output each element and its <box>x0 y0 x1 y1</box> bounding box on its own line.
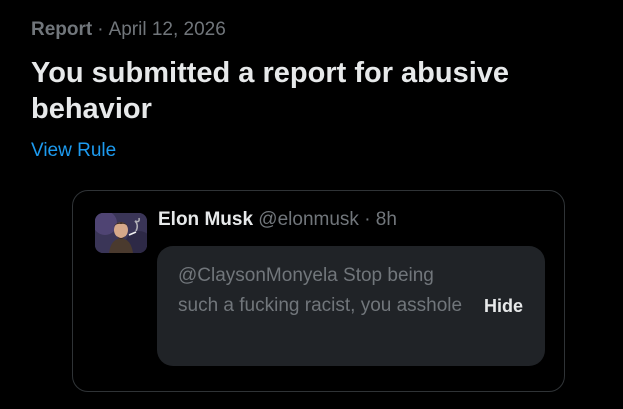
report-page: Report · April 12, 2026 You submitted a re… <box>0 0 623 409</box>
meta-separator: · <box>97 19 104 40</box>
hidden-post-content: @ClaysonMonyela Stop being such a fuckin… <box>157 246 545 366</box>
report-kind: Report <box>31 19 93 40</box>
user-avatar-icon[interactable] <box>95 213 147 253</box>
reported-post-card[interactable]: Elon Musk @elonmusk · 8h @ClaysonMonyela… <box>72 190 565 392</box>
hide-button[interactable]: Hide <box>484 294 523 318</box>
view-rule-link[interactable]: View Rule <box>31 139 116 163</box>
author-separator: · <box>364 209 371 230</box>
post-author-line: Elon Musk @elonmusk · 8h <box>158 208 397 232</box>
author-name[interactable]: Elon Musk <box>158 209 253 230</box>
report-meta: Report · April 12, 2026 <box>31 18 226 42</box>
post-text: @ClaysonMonyela Stop being such a fuckin… <box>178 265 463 316</box>
author-handle[interactable]: @elonmusk <box>258 209 359 230</box>
post-time[interactable]: 8h <box>376 209 397 230</box>
report-date: April 12, 2026 <box>108 19 226 40</box>
report-title: You submitted a report for abusive behav… <box>31 57 510 125</box>
